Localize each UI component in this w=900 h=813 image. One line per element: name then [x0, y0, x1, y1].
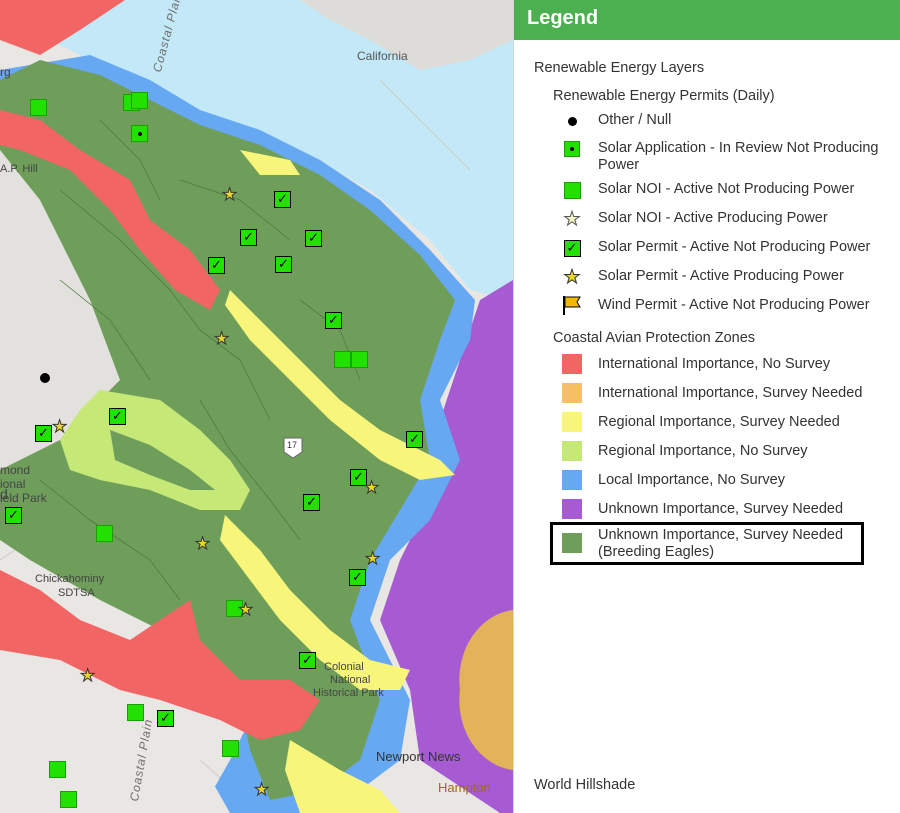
legend-item-wind-permit: Wind Permit - Active Not Producing Power — [558, 294, 898, 316]
legend-item-label: Unknown Importance, Survey Needed — [598, 501, 844, 517]
legend-header: Legend — [514, 0, 900, 40]
label-hampton: Hampton — [438, 780, 491, 795]
label-ap-hill: A.P. Hill — [0, 163, 38, 175]
marker-solar-permit-not-producing[interactable]: ✓ — [305, 230, 322, 247]
label-sdtsa: SDTSA — [58, 587, 95, 599]
marker-solar-permit-not-producing[interactable]: ✓ — [5, 507, 22, 524]
marker-solar-permit-not-producing[interactable]: ✓ — [240, 229, 257, 246]
marker-solar-application[interactable] — [131, 125, 148, 142]
marker-solar-permit-not-producing[interactable]: ✓ — [35, 425, 52, 442]
legend-basemap-label: World Hillshade — [534, 777, 636, 793]
marker-solar-noi-not-producing[interactable] — [334, 351, 351, 368]
marker-solar-noi-not-producing[interactable] — [30, 99, 47, 116]
marker-solar-permit-not-producing[interactable]: ✓ — [274, 191, 291, 208]
marker-solar-noi-not-producing[interactable] — [96, 525, 113, 542]
marker-solar-permit-producing[interactable]: ★ — [213, 330, 229, 348]
marker-solar-permit-not-producing[interactable]: ✓ — [349, 569, 366, 586]
legend-zone-regional-no-survey: Regional Importance, No Survey — [558, 440, 898, 462]
label-frag-rg: rg — [0, 65, 11, 79]
marker-solar-permit-not-producing[interactable]: ✓ — [299, 652, 316, 669]
legend-item-label: Other / Null — [598, 112, 672, 128]
green-check-square-icon: ✓ — [558, 237, 586, 259]
legend-group-title: Renewable Energy Layers — [534, 60, 705, 76]
marker-solar-permit-not-producing[interactable]: ✓ — [208, 257, 225, 274]
legend-item-label: Solar Permit - Active Producing Power — [598, 268, 844, 284]
marker-solar-permit-producing[interactable]: ★ — [79, 667, 95, 685]
swatch-regional-survey-needed — [558, 411, 586, 433]
legend-item-label: Regional Importance, Survey Needed — [598, 414, 840, 430]
label-route-17: 17 — [287, 440, 298, 450]
legend-zone-international-survey-needed: International Importance, Survey Needed — [558, 382, 898, 404]
marker-solar-noi-not-producing[interactable] — [60, 791, 77, 808]
marker-solar-permit-producing[interactable]: ★ — [253, 781, 269, 799]
legend-zones-title: Coastal Avian Protection Zones — [553, 330, 756, 346]
marker-solar-permit-producing[interactable]: ★ — [364, 550, 380, 568]
label-richmond-1: mond — [0, 463, 31, 477]
yellow-star-icon: ★ — [563, 266, 581, 288]
green-square-dot-icon — [558, 138, 586, 160]
legend-zone-local-no-survey: Local Importance, No Survey — [558, 469, 898, 491]
swatch-international-no-survey — [558, 353, 586, 375]
label-chickahominy: Chickahominy — [35, 573, 105, 585]
legend-item-label: International Importance, Survey Needed — [598, 385, 863, 401]
marker-solar-permit-producing[interactable]: ★ — [363, 479, 379, 497]
legend-item-solar-application: Solar Application - In Review Not Produc… — [558, 138, 898, 174]
legend-item-label: Solar Application - In Review Not Produc… — [598, 140, 879, 173]
hollow-star-icon: ★ — [563, 208, 581, 230]
legend-zone-international-no-survey: International Importance, No Survey — [558, 353, 898, 375]
map-canvas[interactable] — [0, 0, 513, 813]
marker-solar-noi-not-producing[interactable] — [351, 351, 368, 368]
label-colonial-1: Colonial — [324, 661, 364, 673]
marker-other-null[interactable] — [40, 373, 50, 383]
swatch-unknown-survey-needed — [558, 498, 586, 520]
legend-permits-title: Renewable Energy Permits (Daily) — [553, 88, 775, 104]
legend-item-label: Local Importance, No Survey — [598, 472, 785, 488]
label-newport-news: Newport News — [376, 749, 461, 764]
legend-item-label: Wind Permit - Active Not Producing Power — [598, 297, 870, 313]
green-square-icon — [558, 179, 586, 201]
marker-solar-permit-not-producing[interactable]: ✓ — [109, 408, 126, 425]
legend-item-solar-permit-not-producing: ✓ Solar Permit - Active Not Producing Po… — [558, 237, 898, 259]
marker-solar-permit-not-producing[interactable]: ✓ — [275, 256, 292, 273]
highlight-box — [550, 522, 864, 565]
legend-zone-regional-survey-needed: Regional Importance, Survey Needed — [558, 411, 898, 433]
orange-flag-icon — [558, 294, 586, 316]
legend-zone-unknown-survey-needed: Unknown Importance, Survey Needed — [558, 498, 898, 520]
marker-solar-permit-not-producing[interactable]: ✓ — [406, 431, 423, 448]
marker-solar-permit-producing[interactable]: ★ — [51, 418, 67, 436]
legend-panel: Legend Renewable Energy Layers Renewable… — [513, 0, 900, 813]
label-colonial-2: National — [330, 674, 371, 686]
marker-solar-permit-not-producing[interactable]: ✓ — [157, 710, 174, 727]
marker-solar-permit-producing[interactable]: ★ — [237, 601, 253, 619]
marker-solar-noi-not-producing[interactable] — [131, 92, 148, 109]
legend-item-other-null: Other / Null — [558, 110, 898, 132]
legend-item-solar-noi-producing: ★ Solar NOI - Active Producing Power — [558, 208, 898, 230]
marker-solar-permit-not-producing[interactable]: ✓ — [303, 494, 320, 511]
legend-item-solar-noi-not-producing: Solar NOI - Active Not Producing Power — [558, 179, 898, 201]
marker-solar-permit-producing[interactable]: ★ — [194, 535, 210, 553]
marker-solar-noi-not-producing[interactable] — [222, 740, 239, 757]
marker-solar-permit-not-producing[interactable]: ✓ — [325, 312, 342, 329]
label-richmond-4: d — [0, 486, 8, 502]
legend-item-solar-permit-producing: ★ Solar Permit - Active Producing Power — [558, 266, 898, 288]
swatch-local-no-survey — [558, 469, 586, 491]
swatch-international-survey-needed — [558, 382, 586, 404]
black-dot-icon — [558, 110, 586, 132]
legend-item-label: Regional Importance, No Survey — [598, 443, 808, 459]
label-colonial-3: Historical Park — [313, 687, 384, 699]
swatch-regional-no-survey — [558, 440, 586, 462]
map-view[interactable]: ✓ ✓ ✓ ✓ ✓ ✓ ✓ ✓ ✓ ✓ ✓ ✓ ✓ ✓ ✓ ★ ★ ★ ★ ★ … — [0, 0, 513, 813]
marker-solar-noi-not-producing[interactable] — [49, 761, 66, 778]
legend-item-label: Solar Permit - Active Not Producing Powe… — [598, 239, 871, 255]
legend-item-label: Solar NOI - Active Not Producing Power — [598, 181, 855, 197]
marker-solar-permit-producing[interactable]: ★ — [221, 186, 237, 204]
legend-item-label: International Importance, No Survey — [598, 356, 831, 372]
label-california: California — [357, 49, 408, 63]
legend-item-label: Solar NOI - Active Producing Power — [598, 210, 828, 226]
